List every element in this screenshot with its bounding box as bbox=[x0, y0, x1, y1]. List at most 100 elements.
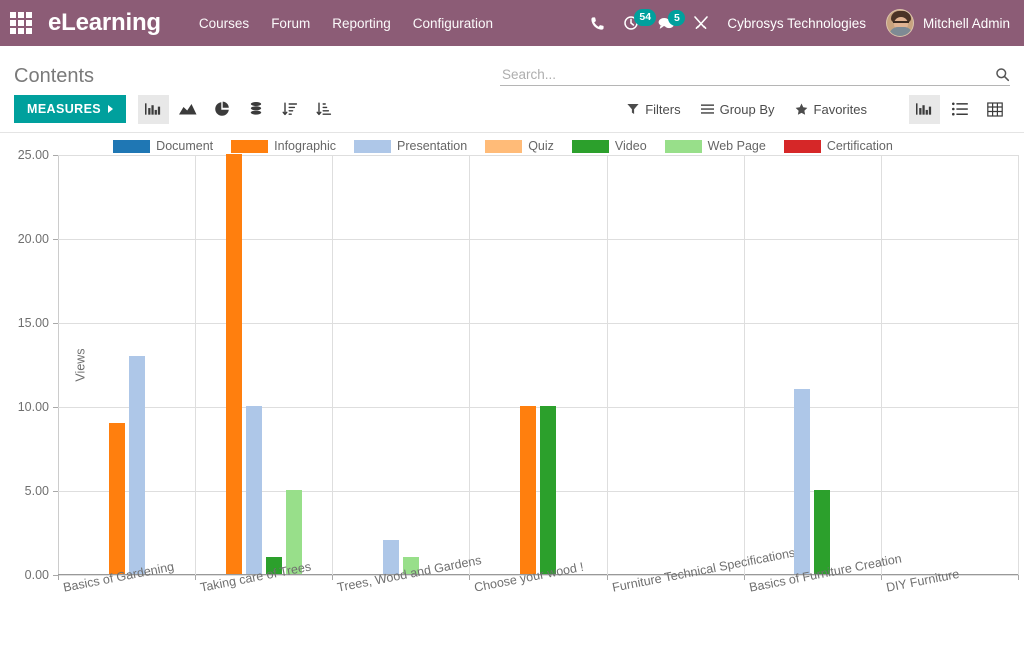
x-category-separator bbox=[469, 155, 471, 575]
y-tick-label: 0.00 bbox=[24, 568, 49, 582]
line-chart-icon[interactable] bbox=[172, 95, 203, 124]
x-category-separator bbox=[743, 155, 745, 575]
x-category-separator bbox=[606, 155, 608, 575]
bar[interactable] bbox=[245, 406, 262, 574]
legend-item-infographic[interactable]: Infographic bbox=[231, 139, 336, 153]
page-title: Contents bbox=[14, 65, 95, 87]
legend-item-quiz[interactable]: Quiz bbox=[485, 139, 554, 153]
messages-count-badge: 5 bbox=[668, 9, 686, 26]
bar[interactable] bbox=[520, 406, 536, 574]
control-panel: Contents MEASURES bbox=[0, 46, 1024, 133]
messages-icon[interactable]: 5 bbox=[657, 9, 686, 31]
y-tick-label: 20.00 bbox=[17, 232, 49, 246]
x-tick-mark bbox=[332, 575, 334, 580]
search-icon[interactable] bbox=[989, 67, 1010, 82]
legend-swatch-icon bbox=[485, 139, 523, 153]
y-gridline bbox=[58, 407, 1018, 408]
y-tick-label: 25.00 bbox=[17, 148, 49, 162]
search-input[interactable] bbox=[500, 67, 989, 82]
sort-ascending-icon[interactable] bbox=[308, 95, 339, 124]
system-icons: 54 5 bbox=[590, 9, 709, 31]
control-panel-top-row: Contents bbox=[0, 46, 1024, 86]
app-brand-elearning[interactable]: eLearning bbox=[48, 9, 161, 37]
legend-item-certification[interactable]: Certification bbox=[783, 139, 893, 153]
measures-button-label: MEASURES bbox=[27, 101, 102, 116]
main-menu: Courses Forum Reporting Configuration bbox=[199, 16, 493, 31]
legend-item-web-page[interactable]: Web Page bbox=[664, 139, 766, 153]
menu-item-reporting[interactable]: Reporting bbox=[332, 16, 391, 31]
y-tick-label: 15.00 bbox=[17, 316, 49, 330]
group-by-label: Group By bbox=[719, 101, 775, 117]
legend-swatch-icon bbox=[231, 139, 269, 153]
bar[interactable] bbox=[128, 355, 145, 574]
sort-descending-icon[interactable] bbox=[274, 95, 305, 124]
legend-item-presentation[interactable]: Presentation bbox=[354, 139, 467, 153]
legend-swatch-icon bbox=[783, 139, 821, 153]
control-panel-bottom-row: MEASURES Filters Group By Favorites bbox=[0, 86, 1024, 132]
legend-item-document[interactable]: Document bbox=[113, 139, 213, 153]
y-axis-line bbox=[58, 155, 59, 575]
legend-label: Quiz bbox=[528, 139, 554, 153]
x-tick-mark bbox=[743, 575, 745, 580]
activity-clock-icon[interactable]: 54 bbox=[623, 9, 657, 31]
favorites-dropdown[interactable]: Favorites bbox=[795, 102, 867, 117]
x-category-separator bbox=[332, 155, 334, 575]
legend-swatch-icon bbox=[571, 139, 609, 153]
x-tick-mark bbox=[58, 575, 59, 580]
menu-item-forum[interactable]: Forum bbox=[271, 16, 310, 31]
bar[interactable] bbox=[814, 490, 831, 574]
graph-view: Document Infographic Presentation Quiz Video… bbox=[0, 133, 1024, 656]
y-gridline bbox=[58, 155, 1018, 156]
menu-item-configuration[interactable]: Configuration bbox=[413, 16, 493, 31]
x-tick-mark bbox=[606, 575, 608, 580]
user-name-label: Mitchell Admin bbox=[922, 15, 1010, 31]
phone-icon[interactable] bbox=[590, 16, 605, 31]
pie-chart-icon[interactable] bbox=[206, 95, 237, 124]
y-tick-label: 5.00 bbox=[24, 484, 49, 498]
group-by-icon bbox=[700, 104, 714, 114]
legend-label: Web Page bbox=[707, 139, 766, 153]
legend-label: Document bbox=[156, 139, 214, 153]
bar-chart-icon[interactable] bbox=[138, 94, 170, 124]
avatar bbox=[885, 9, 914, 37]
stacked-icon[interactable] bbox=[240, 95, 271, 124]
x-tick-mark bbox=[469, 575, 471, 580]
bar[interactable] bbox=[540, 406, 556, 574]
filters-dropdown[interactable]: Filters bbox=[627, 101, 681, 117]
search-box[interactable] bbox=[500, 67, 1010, 86]
legend-label: Video bbox=[614, 139, 647, 153]
user-menu[interactable]: Mitchell Admin bbox=[885, 9, 1010, 37]
measures-button[interactable]: MEASURES bbox=[14, 94, 127, 124]
y-gridline bbox=[58, 323, 1018, 324]
x-tick-mark bbox=[880, 575, 882, 580]
legend-swatch-icon bbox=[113, 139, 151, 153]
bar[interactable] bbox=[225, 154, 242, 574]
y-gridline bbox=[58, 239, 1018, 240]
bar[interactable] bbox=[108, 422, 125, 574]
developer-tools-icon[interactable] bbox=[693, 15, 709, 31]
star-icon bbox=[795, 103, 807, 115]
x-tick-label: DIY Furniture bbox=[884, 566, 961, 595]
filter-icon bbox=[627, 104, 639, 114]
menu-item-courses[interactable]: Courses bbox=[199, 16, 249, 31]
x-tick-mark bbox=[1018, 575, 1019, 580]
caret-right-icon bbox=[108, 105, 114, 113]
y-gridline bbox=[58, 491, 1018, 492]
graph-view-icon[interactable] bbox=[909, 94, 940, 124]
pivot-view-icon[interactable] bbox=[979, 95, 1010, 124]
y-axis-title: Views bbox=[73, 348, 88, 382]
filters-group: Filters Group By Favorites bbox=[627, 102, 867, 117]
filters-label: Filters bbox=[645, 101, 681, 117]
chart-legend: Document Infographic Presentation Quiz Video… bbox=[0, 139, 1024, 153]
list-view-icon[interactable] bbox=[944, 95, 975, 124]
legend-swatch-icon bbox=[664, 139, 702, 153]
legend-label: Infographic bbox=[274, 139, 337, 153]
legend-item-video[interactable]: Video bbox=[571, 139, 647, 153]
chart-type-buttons bbox=[138, 94, 339, 124]
company-switcher[interactable]: Cybrosys Technologies bbox=[727, 16, 866, 31]
apps-grid-icon[interactable] bbox=[10, 12, 32, 34]
bar[interactable] bbox=[794, 389, 811, 574]
x-category-separator bbox=[880, 155, 882, 575]
y-tick-label: 10.00 bbox=[17, 400, 49, 414]
group-by-dropdown[interactable]: Group By bbox=[700, 101, 775, 117]
